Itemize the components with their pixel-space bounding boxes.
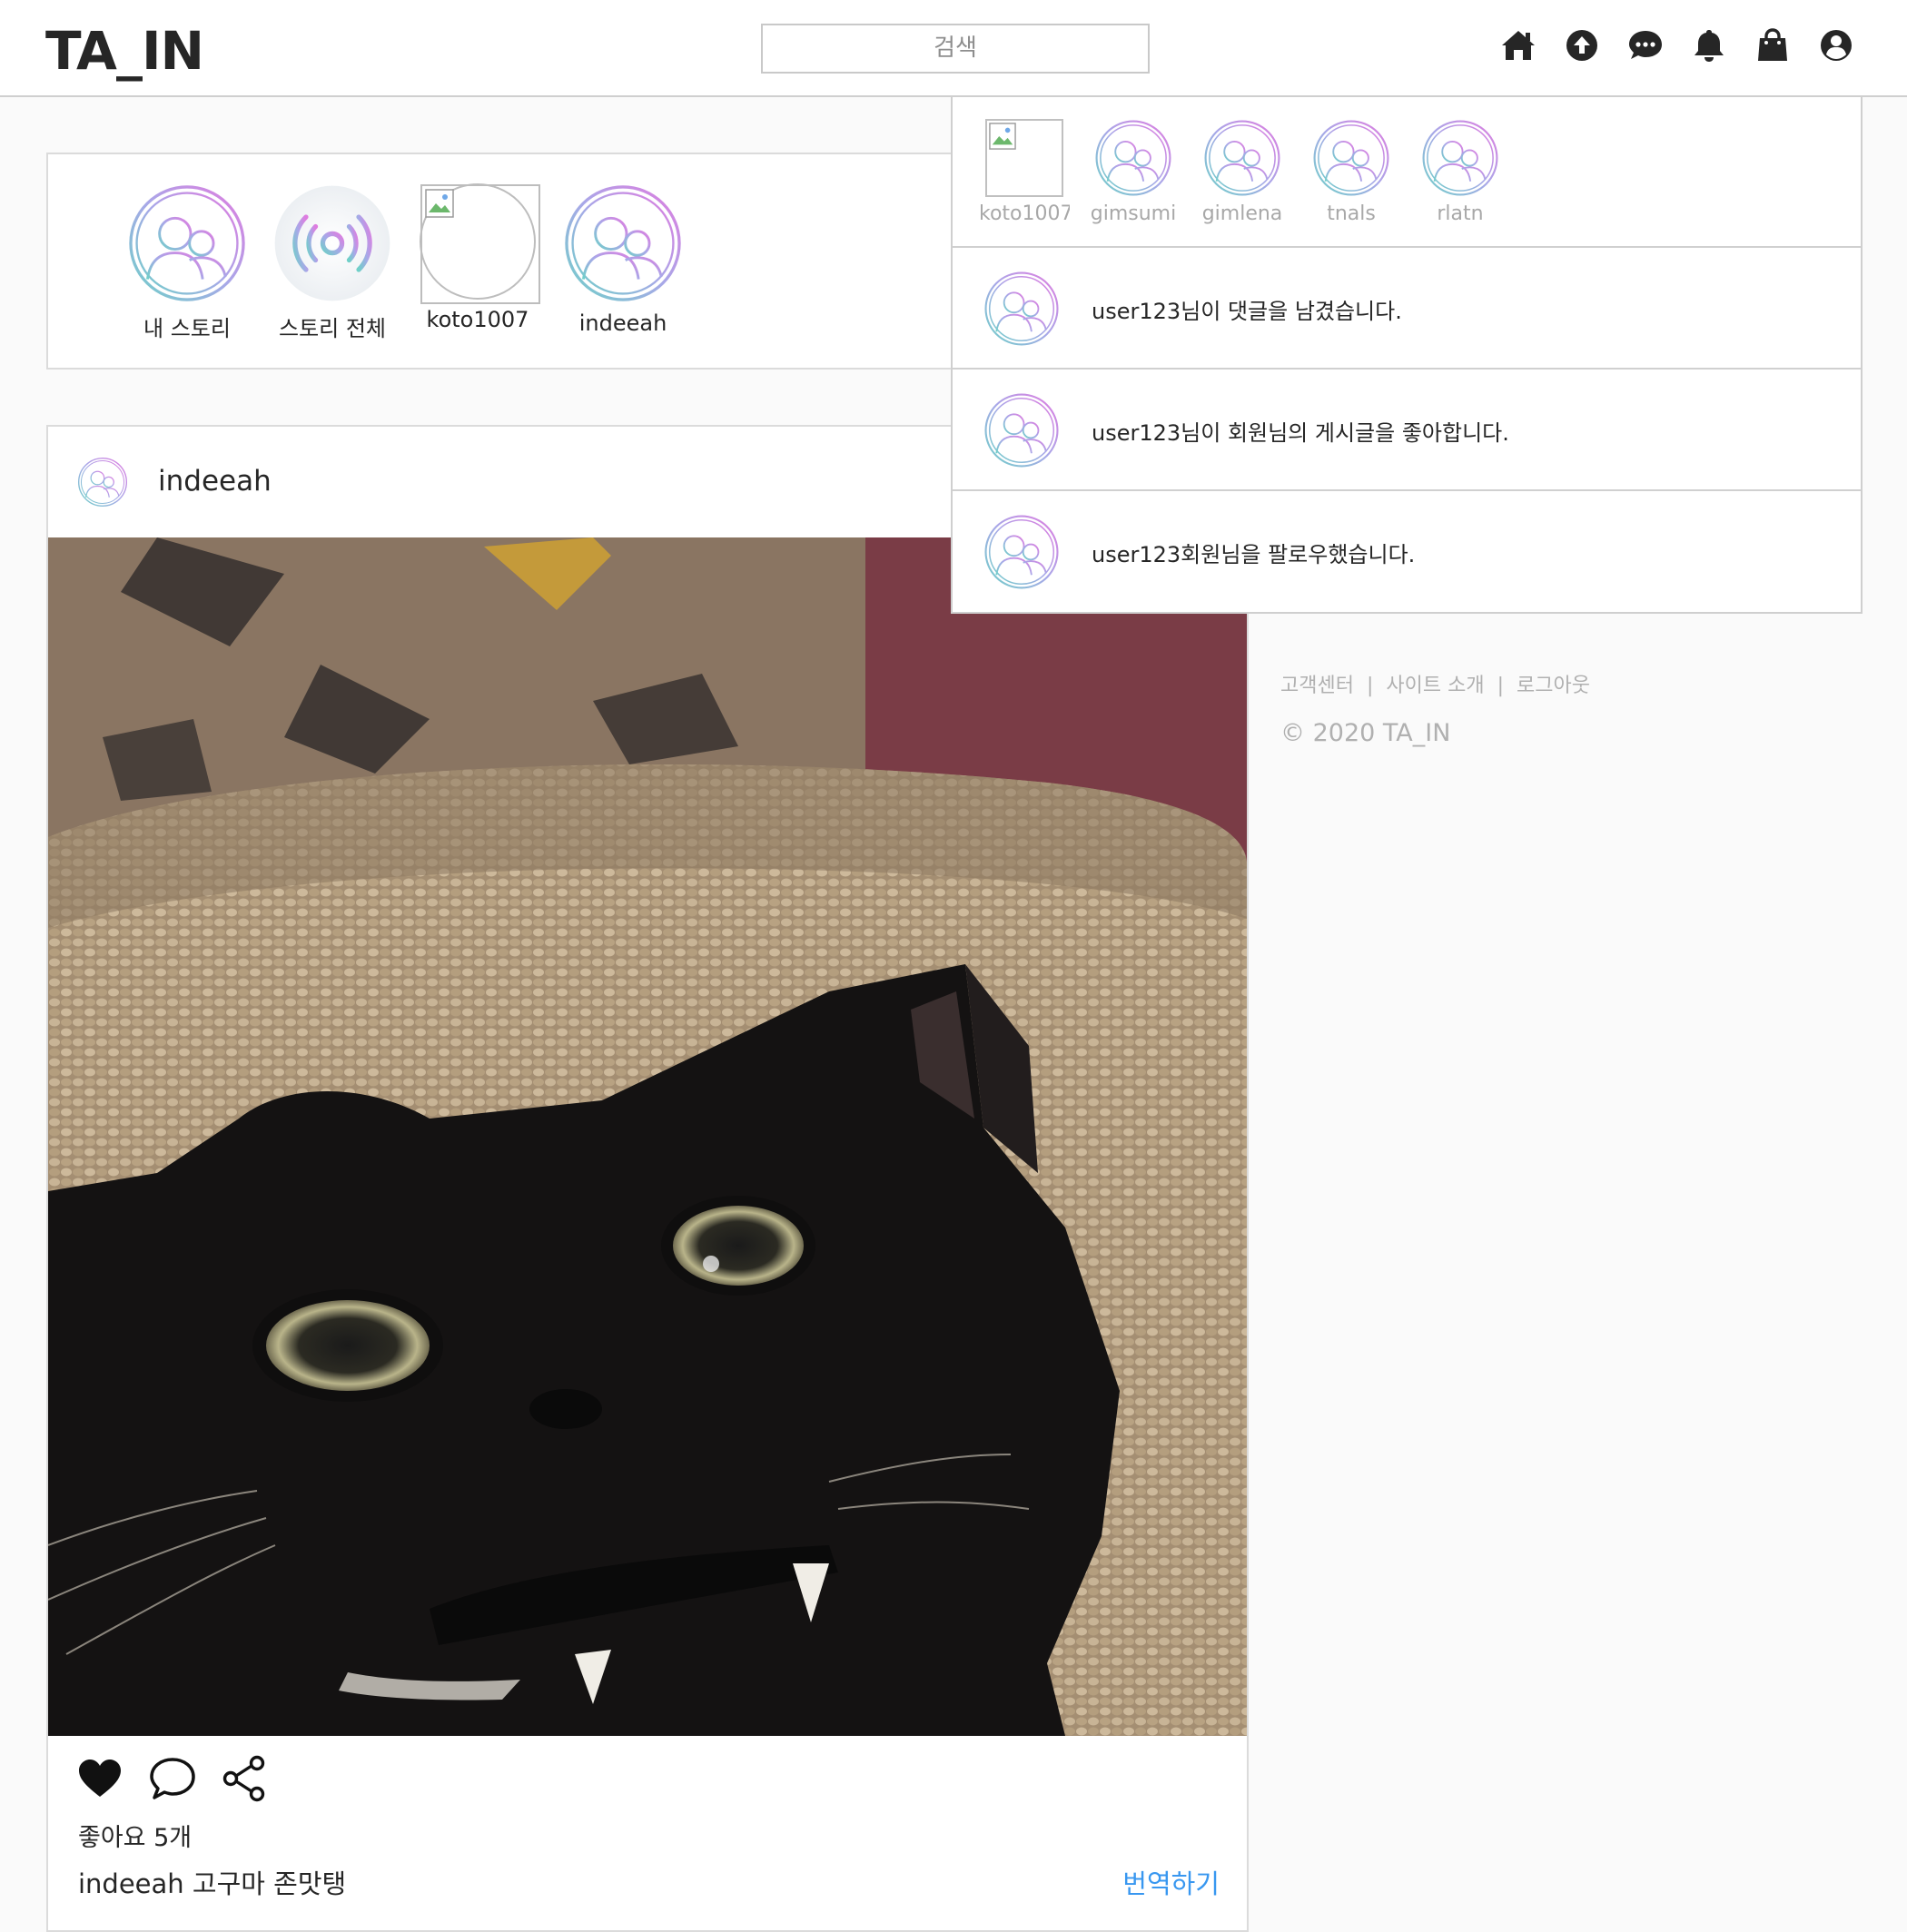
footer-link-logout[interactable]: 로그아웃	[1517, 675, 1590, 697]
footer-separator: |	[1497, 675, 1505, 697]
broken-avatar-image	[985, 119, 1063, 197]
footer-separator: |	[1366, 675, 1374, 697]
avatar	[1312, 119, 1390, 197]
story-my-story[interactable]: 내 스토리	[124, 183, 251, 342]
account-icon[interactable]	[1816, 25, 1856, 65]
notification-item[interactable]: user123님이 회원님의 게시글을 좋아합니다.	[953, 370, 1861, 491]
story-indeeah[interactable]: indeeah	[559, 183, 687, 336]
dropdown-story-item[interactable]: gimlena	[1197, 119, 1288, 225]
like-count: 좋아요 5개	[78, 1824, 193, 1852]
like-heart-icon[interactable]	[75, 1754, 124, 1803]
dropdown-story-label: gimlena	[1201, 202, 1283, 225]
translate-link[interactable]: 번역하기	[1122, 1863, 1220, 1901]
story-label: 내 스토리	[143, 316, 231, 341]
post-photo[interactable]	[48, 537, 1247, 1736]
post-author-name[interactable]: indeeah	[158, 465, 272, 498]
notification-text: user123님이 회원님의 게시글을 좋아합니다.	[1092, 420, 1509, 446]
footer-link-about[interactable]: 사이트 소개	[1386, 675, 1484, 697]
notification-text: user123회원님을 팔로우했습니다.	[1092, 542, 1416, 567]
notification-item[interactable]: user123님이 댓글을 남겼습니다.	[953, 248, 1861, 370]
app-logo[interactable]: TA_IN	[45, 20, 204, 82]
dropdown-story-label: tnals	[1327, 202, 1376, 225]
avatar	[127, 183, 247, 303]
avatar	[983, 392, 1060, 468]
dropdown-story-label: gimsumi	[1090, 202, 1177, 225]
avatar	[563, 183, 683, 303]
feed-post: indeeah 좋아요 5개 indeeah 고구마 존맛탱 번역하기	[46, 425, 1249, 1932]
avatar	[1094, 119, 1172, 197]
search-input[interactable]: 검색	[761, 24, 1150, 74]
footer-links: 고객센터 | 사이트 소개 | 로그아웃	[1280, 669, 1590, 698]
shopping-bag-icon[interactable]	[1753, 25, 1793, 65]
dropdown-story-item[interactable]: koto1007	[979, 119, 1070, 225]
broken-image-icon	[989, 123, 1016, 150]
avatar	[1421, 119, 1499, 197]
upload-icon[interactable]	[1562, 25, 1602, 65]
story-all-stories[interactable]: 스토리 전체	[269, 183, 396, 342]
post-author-avatar[interactable]	[77, 457, 128, 508]
dropdown-story-label: rlatn	[1437, 202, 1484, 225]
top-navigation-bar: TA_IN 검색	[0, 0, 1907, 97]
notification-item[interactable]: user123회원님을 팔로우했습니다.	[953, 491, 1861, 613]
story-label: koto1007	[426, 307, 529, 332]
post-caption: indeeah 고구마 존맛탱	[78, 1868, 347, 1899]
chat-icon[interactable]	[1625, 25, 1665, 65]
dropdown-story-item[interactable]: rlatn	[1415, 119, 1506, 225]
dropdown-story-row: koto1007 gimsumi gimlena tnals rlatn	[953, 97, 1861, 248]
story-koto1007[interactable]: koto1007	[414, 183, 541, 332]
comment-bubble-icon[interactable]	[148, 1754, 197, 1803]
notification-dropdown: koto1007 gimsumi gimlena tnals rlatn use…	[951, 97, 1863, 614]
dropdown-story-item[interactable]: gimsumi	[1088, 119, 1179, 225]
avatar	[983, 514, 1060, 590]
avatar	[983, 271, 1060, 347]
footer-link-help[interactable]: 고객센터	[1280, 675, 1354, 697]
avatar	[1203, 119, 1281, 197]
share-icon[interactable]	[221, 1754, 270, 1803]
dropdown-story-label: koto1007	[979, 202, 1070, 225]
story-label: indeeah	[578, 310, 667, 336]
bell-icon[interactable]	[1689, 25, 1729, 65]
broken-image-icon	[425, 189, 454, 218]
home-icon[interactable]	[1498, 25, 1538, 65]
broken-avatar-image	[420, 183, 540, 304]
story-label: 스토리 전체	[278, 316, 387, 341]
broadcast-icon	[274, 185, 390, 301]
copyright-text: © 2020 TA_IN	[1280, 719, 1451, 747]
dropdown-story-item[interactable]: tnals	[1306, 119, 1397, 225]
notification-text: user123님이 댓글을 남겼습니다.	[1092, 299, 1402, 324]
